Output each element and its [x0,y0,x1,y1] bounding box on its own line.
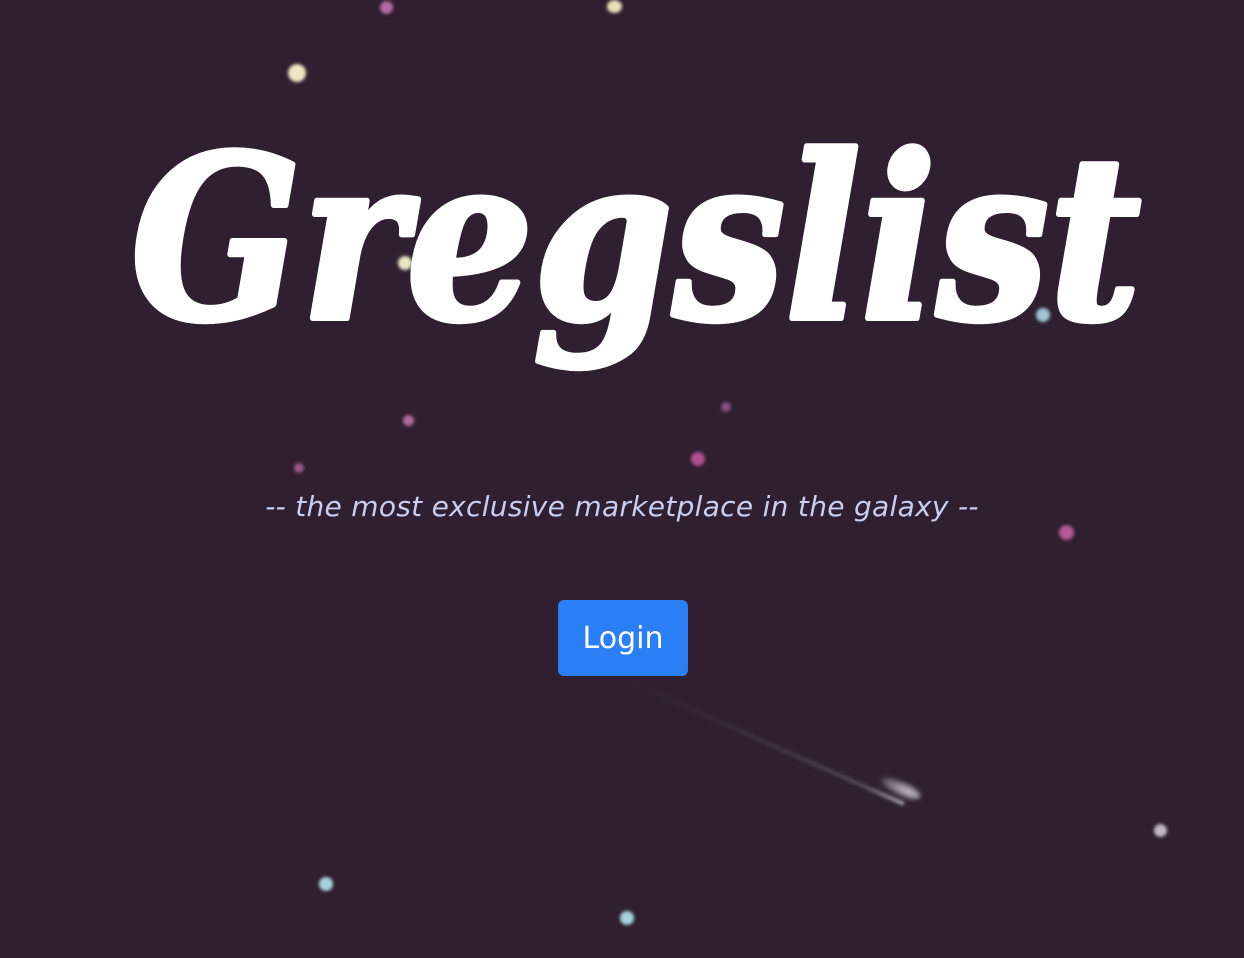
tagline: -- the most exclusive marketplace in the… [265,490,979,523]
star-decoration [1059,525,1074,540]
space-background: Gregslist -- the most exclusive marketpl… [0,0,1244,958]
brand-logo: Gregslist [128,104,1144,375]
shooting-star-trail [629,680,905,806]
login-button[interactable]: Login [558,600,688,676]
star-decoration [1154,824,1167,837]
star-decoration [319,877,333,891]
star-decoration [620,911,634,925]
brand-title: Gregslist [131,107,1141,372]
